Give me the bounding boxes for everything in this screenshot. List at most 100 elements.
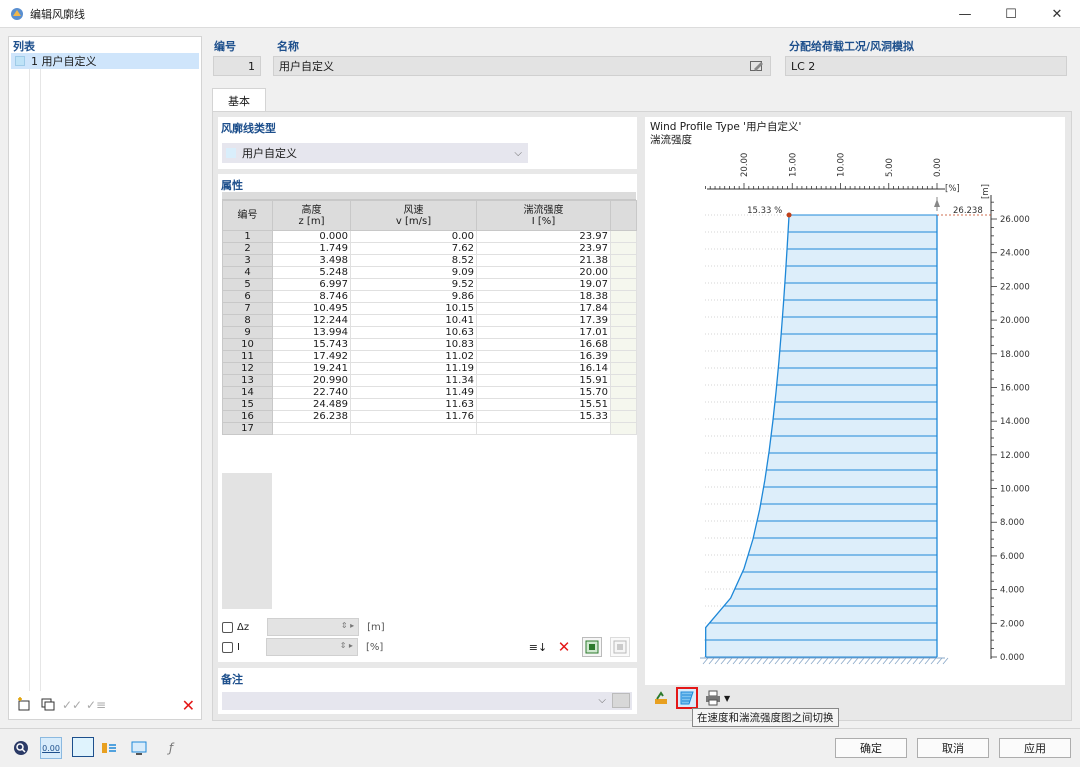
number-field[interactable]: 1 <box>213 56 261 76</box>
toggle-chart-icon[interactable] <box>676 687 698 709</box>
speed-cell[interactable]: 8.52 <box>350 254 477 267</box>
speed-cell[interactable]: 9.09 <box>350 266 477 279</box>
search-icon[interactable] <box>10 737 32 759</box>
notes-input[interactable]: ⌵ <box>222 692 632 710</box>
speed-cell[interactable]: 10.41 <box>350 314 477 327</box>
turbulence-cell[interactable]: 19.07 <box>476 278 611 291</box>
height-cell[interactable] <box>272 422 351 435</box>
structure-icon[interactable] <box>98 737 120 759</box>
turbulence-cell[interactable]: 23.97 <box>476 230 611 243</box>
formula-icon[interactable]: ƒ <box>160 737 182 759</box>
table-row[interactable]: 16 26.238 11.76 15.33 <box>222 410 637 423</box>
dz-input[interactable]: ⇕ ▸ <box>267 618 360 636</box>
apply-button[interactable]: 应用 <box>999 738 1071 758</box>
height-cell[interactable]: 17.492 <box>272 350 351 363</box>
turbulence-cell[interactable]: 20.00 <box>476 266 611 279</box>
table-row[interactable]: 7 10.495 10.15 17.84 <box>222 302 637 315</box>
decimal-places-icon[interactable]: 0.00 <box>40 737 62 759</box>
view-icon[interactable] <box>128 737 150 759</box>
height-cell[interactable]: 13.994 <box>272 326 351 339</box>
close-button[interactable]: ✕ <box>1034 0 1080 28</box>
turbulence-cell[interactable] <box>476 422 611 435</box>
table-row[interactable]: 4 5.248 9.09 20.00 <box>222 266 637 279</box>
speed-cell[interactable]: 0.00 <box>350 230 477 243</box>
dz-checkbox[interactable] <box>222 621 233 633</box>
notes-library-icon[interactable] <box>612 693 630 708</box>
turbulence-cell[interactable]: 21.38 <box>476 254 611 267</box>
color-icon[interactable] <box>72 737 94 757</box>
height-cell[interactable]: 3.498 <box>272 254 351 267</box>
new-item-icon[interactable] <box>15 696 33 714</box>
height-cell[interactable]: 5.248 <box>272 266 351 279</box>
export-table-icon[interactable] <box>610 637 630 657</box>
height-cell[interactable]: 0.000 <box>272 230 351 243</box>
speed-cell[interactable]: 11.02 <box>350 350 477 363</box>
list-item[interactable]: 1 用户自定义 <box>11 53 199 69</box>
table-row[interactable]: 12 19.241 11.19 16.14 <box>222 362 637 375</box>
turbulence-cell[interactable]: 17.84 <box>476 302 611 315</box>
delete-icon[interactable]: ✕ <box>182 696 195 715</box>
tab-basic[interactable]: 基本 <box>212 88 266 112</box>
table-row[interactable]: 6 8.746 9.86 18.38 <box>222 290 637 303</box>
table-row[interactable]: 3 3.498 8.52 21.38 <box>222 254 637 267</box>
table-row[interactable]: 1 0.000 0.00 23.97 <box>222 230 637 243</box>
height-cell[interactable]: 26.238 <box>272 410 351 423</box>
speed-cell[interactable]: 11.19 <box>350 362 477 375</box>
dropdown-arrow-icon[interactable]: ▼ <box>724 694 730 703</box>
import-table-icon[interactable] <box>582 637 602 657</box>
chart-settings-icon[interactable] <box>650 687 672 709</box>
turbulence-cell[interactable]: 15.33 <box>476 410 611 423</box>
speed-cell[interactable]: 11.63 <box>350 398 477 411</box>
i-input[interactable]: ⇕ ▸ <box>265 638 358 656</box>
table-row[interactable]: 15 24.489 11.63 15.51 <box>222 398 637 411</box>
speed-cell[interactable]: 7.62 <box>350 242 477 255</box>
turbulence-cell[interactable]: 15.91 <box>476 374 611 387</box>
height-cell[interactable]: 8.746 <box>272 290 351 303</box>
turbulence-cell[interactable]: 23.97 <box>476 242 611 255</box>
speed-cell[interactable]: 11.34 <box>350 374 477 387</box>
speed-cell[interactable]: 11.49 <box>350 386 477 399</box>
maximize-button[interactable]: ☐ <box>988 0 1034 28</box>
speed-cell[interactable] <box>350 422 477 435</box>
height-cell[interactable]: 1.749 <box>272 242 351 255</box>
turbulence-cell[interactable]: 15.51 <box>476 398 611 411</box>
height-cell[interactable]: 22.740 <box>272 386 351 399</box>
edit-name-icon[interactable] <box>746 57 768 75</box>
minimize-button[interactable]: — <box>942 0 988 28</box>
table-row[interactable]: 8 12.244 10.41 17.39 <box>222 314 637 327</box>
print-icon[interactable] <box>702 687 724 709</box>
table-row[interactable]: 11 17.492 11.02 16.39 <box>222 350 637 363</box>
sort-icon[interactable]: ≡↓ <box>528 637 548 657</box>
ok-button[interactable]: 确定 <box>835 738 907 758</box>
turbulence-cell[interactable]: 16.14 <box>476 362 611 375</box>
uncheck-selected-icon[interactable]: ✓≡ <box>86 696 106 714</box>
table-row[interactable]: 5 6.997 9.52 19.07 <box>222 278 637 291</box>
turbulence-cell[interactable]: 17.39 <box>476 314 611 327</box>
speed-cell[interactable]: 11.76 <box>350 410 477 423</box>
table-row[interactable]: 2 1.749 7.62 23.97 <box>222 242 637 255</box>
height-cell[interactable]: 24.489 <box>272 398 351 411</box>
copy-item-icon[interactable] <box>39 696 57 714</box>
turbulence-cell[interactable]: 16.68 <box>476 338 611 351</box>
assign-field[interactable]: LC 2 <box>785 56 1067 76</box>
height-cell[interactable]: 6.997 <box>272 278 351 291</box>
check-selected-icon[interactable]: ✓✓ <box>62 696 82 714</box>
turbulence-cell[interactable]: 18.38 <box>476 290 611 303</box>
speed-cell[interactable]: 9.86 <box>350 290 477 303</box>
speed-cell[interactable]: 10.83 <box>350 338 477 351</box>
table-row[interactable]: 10 15.743 10.83 16.68 <box>222 338 637 351</box>
speed-cell[interactable]: 9.52 <box>350 278 477 291</box>
turbulence-cell[interactable]: 15.70 <box>476 386 611 399</box>
speed-cell[interactable]: 10.15 <box>350 302 477 315</box>
profile-type-dropdown[interactable]: 用户自定义 ⌵ <box>222 143 528 163</box>
turbulence-cell[interactable]: 17.01 <box>476 326 611 339</box>
i-checkbox[interactable] <box>222 641 233 653</box>
height-cell[interactable]: 12.244 <box>272 314 351 327</box>
height-cell[interactable]: 19.241 <box>272 362 351 375</box>
table-row[interactable]: 14 22.740 11.49 15.70 <box>222 386 637 399</box>
table-row[interactable]: 13 20.990 11.34 15.91 <box>222 374 637 387</box>
table-row[interactable]: 17 <box>222 422 637 435</box>
table-row[interactable]: 9 13.994 10.63 17.01 <box>222 326 637 339</box>
name-field[interactable]: 用户自定义 <box>273 56 771 76</box>
delete-row-icon[interactable]: ✕ <box>554 637 574 657</box>
